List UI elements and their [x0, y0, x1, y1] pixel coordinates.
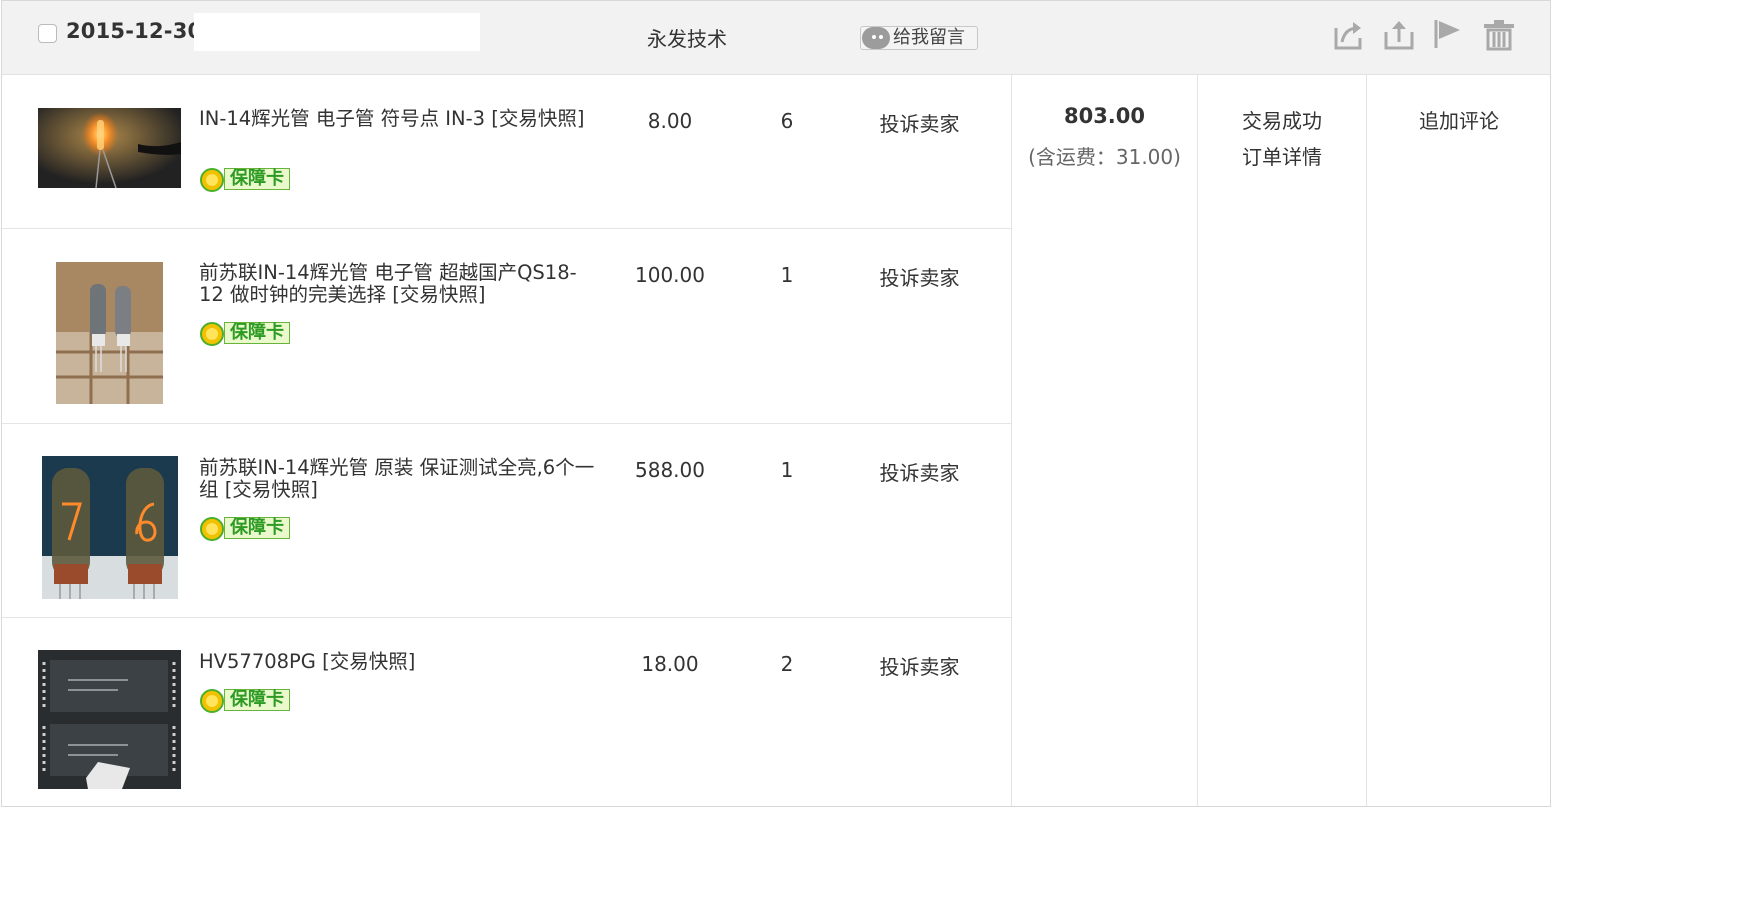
product-title-link[interactable]: HV57708PG [交易快照]	[199, 651, 599, 673]
product-thumbnail[interactable]	[42, 456, 178, 599]
item-price: 8.00	[647, 109, 693, 133]
order-card: 2015-12-30 永发技术 给我留言 IN-14辉光管 电子管 符号点 IN…	[1, 0, 1551, 807]
order-item-row: IN-14辉光管 电子管 符号点 IN-3 [交易快照] 保障卡 8.00 6 …	[2, 75, 1011, 229]
leave-message-button[interactable]: 给我留言	[860, 26, 978, 50]
product-title-link[interactable]: 前苏联IN-14辉光管 原装 保证测试全亮,6个一组 [交易快照]	[199, 457, 599, 501]
item-price: 18.00	[641, 652, 699, 676]
share-icon[interactable]	[1332, 18, 1366, 52]
product-thumbnail[interactable]	[56, 262, 163, 404]
order-item-row: HV57708PG [交易快照] 保障卡 18.00 2 投诉卖家	[2, 618, 1011, 806]
chat-bubble-icon	[862, 27, 890, 49]
order-header: 2015-12-30 永发技术 给我留言	[2, 1, 1550, 75]
item-price: 100.00	[635, 263, 705, 287]
shop-name-link[interactable]: 永发技术	[647, 23, 727, 52]
complain-seller-link[interactable]: 投诉卖家	[862, 262, 977, 291]
guarantee-card-badge[interactable]: 保障卡	[200, 515, 292, 542]
guarantee-card-badge[interactable]: 保障卡	[200, 687, 292, 714]
guarantee-card-badge[interactable]: 保障卡	[200, 320, 292, 347]
order-checkbox[interactable]	[38, 24, 57, 43]
product-title-link[interactable]: 前苏联IN-14辉光管 电子管 超越国产QS18-12 做时钟的完美选择 [交易…	[199, 262, 599, 306]
column-divider	[1197, 75, 1198, 806]
order-total: 803.00	[1063, 104, 1146, 128]
guarantee-coin-icon	[200, 168, 224, 192]
trash-icon[interactable]	[1482, 18, 1516, 52]
redacted-order-number	[194, 13, 480, 51]
guarantee-coin-icon	[200, 517, 224, 541]
add-review-link[interactable]: 追加评论	[1368, 105, 1550, 134]
guarantee-card-label: 保障卡	[224, 517, 290, 539]
product-title-link[interactable]: IN-14辉光管 电子管 符号点 IN-3 [交易快照]	[199, 108, 599, 130]
column-divider	[1366, 75, 1367, 806]
product-thumbnail[interactable]	[38, 108, 181, 188]
item-quantity: 6	[780, 109, 794, 133]
guarantee-card-label: 保障卡	[224, 689, 290, 711]
product-thumbnail[interactable]	[38, 650, 181, 789]
guarantee-card-label: 保障卡	[224, 168, 290, 190]
order-item-row: 前苏联IN-14辉光管 原装 保证测试全亮,6个一组 [交易快照] 保障卡 58…	[2, 424, 1011, 618]
column-divider	[1011, 75, 1012, 806]
shipping-fee: (含运费：31.00)	[1028, 145, 1181, 169]
order-date: 2015-12-30	[66, 19, 203, 43]
item-price: 588.00	[635, 458, 705, 482]
item-quantity: 2	[780, 652, 794, 676]
upload-icon[interactable]	[1382, 18, 1416, 52]
complain-seller-link[interactable]: 投诉卖家	[862, 457, 977, 486]
guarantee-coin-icon	[200, 689, 224, 713]
flag-icon[interactable]	[1432, 18, 1466, 52]
item-quantity: 1	[780, 458, 794, 482]
guarantee-card-badge[interactable]: 保障卡	[200, 166, 292, 193]
item-quantity: 1	[780, 263, 794, 287]
order-item-row: 前苏联IN-14辉光管 电子管 超越国产QS18-12 做时钟的完美选择 [交易…	[2, 229, 1011, 424]
order-detail-link[interactable]: 订单详情	[1198, 141, 1366, 170]
guarantee-card-label: 保障卡	[224, 322, 290, 344]
complain-seller-link[interactable]: 投诉卖家	[862, 651, 977, 680]
guarantee-coin-icon	[200, 322, 224, 346]
trade-status: 交易成功	[1242, 109, 1322, 133]
complain-seller-link[interactable]: 投诉卖家	[862, 108, 977, 137]
leave-message-label: 给我留言	[893, 27, 965, 48]
